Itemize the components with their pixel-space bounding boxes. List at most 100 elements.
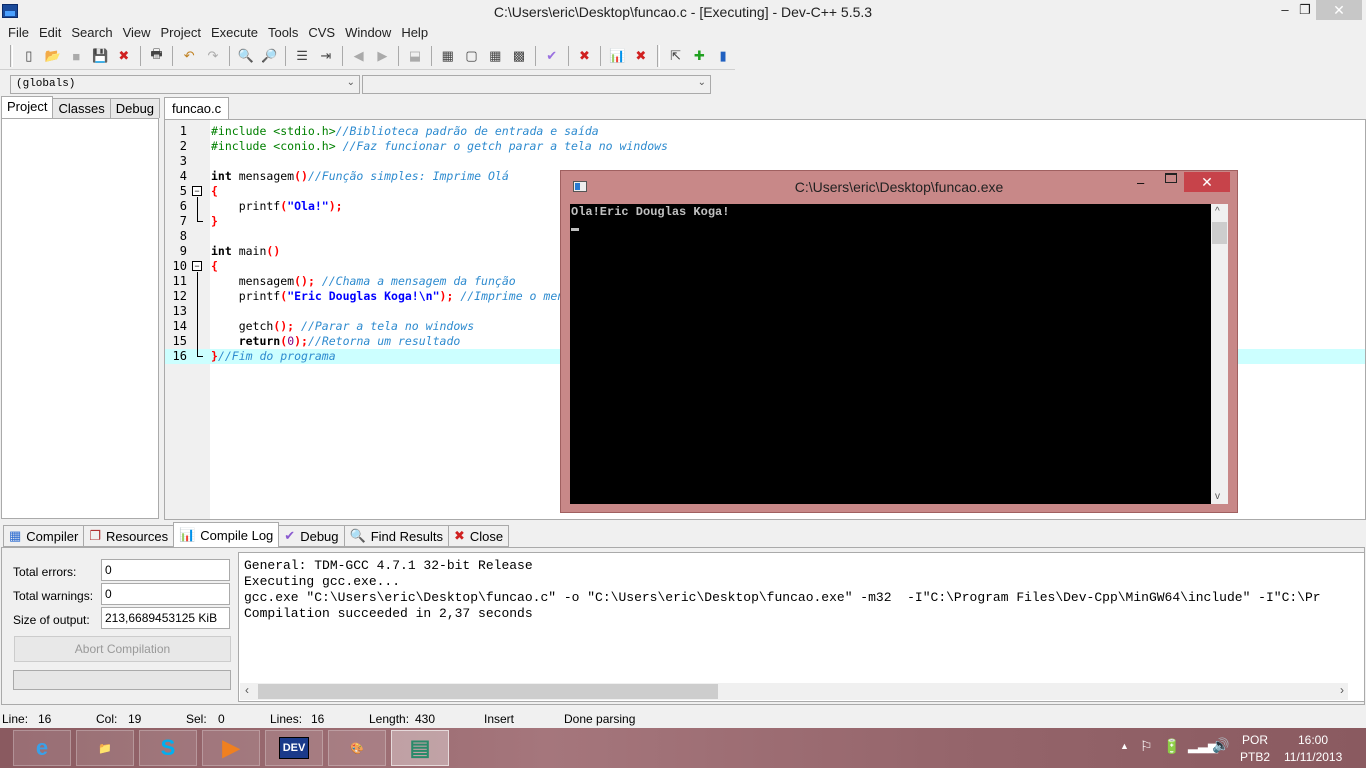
taskbar-skype[interactable]: S	[139, 730, 197, 766]
menu-file[interactable]: File	[3, 24, 34, 43]
log-vertical-scrollbar[interactable]	[1348, 554, 1363, 684]
compile-progress-bar	[13, 670, 231, 690]
line-number: 7	[179, 214, 187, 228]
show-hidden-icons[interactable]: ▲	[1120, 741, 1129, 751]
taskbar-console-window[interactable]: ▤	[391, 730, 449, 766]
clock-date[interactable]: 11/11/2013	[1284, 750, 1342, 764]
add-icon[interactable]: ✚	[689, 46, 709, 66]
stop-icon[interactable]: ✖	[575, 46, 595, 66]
compile-log-icon: 📊	[179, 527, 196, 542]
new-project-icon[interactable]: ▦	[438, 46, 458, 66]
scroll-right-icon[interactable]: ›	[1340, 683, 1344, 697]
book-icon[interactable]: ▮	[713, 46, 733, 66]
scroll-up-icon[interactable]: ^	[1215, 206, 1220, 217]
save-icon[interactable]: ■	[66, 46, 86, 66]
open-file-icon[interactable]: 📂	[43, 46, 63, 66]
fold-collapse-icon[interactable]: −	[192, 261, 202, 271]
keyboard-layout[interactable]: PTB2	[1240, 750, 1270, 764]
close-window-button[interactable]: ✕	[1316, 0, 1362, 20]
main-toolbar: ▯ 📂 ■ 💾 ✖ 🖶 ↶ ↷ 🔍 🔎 ☰ ⇥ ◀ ▶ ⬓ ▦ ▢ ▦ ▩ ✔ ✖ 📊 ✖ ⇱ ✚ ▮	[0, 43, 735, 70]
indent-icon[interactable]: ☰	[292, 46, 312, 66]
console-minimize-button[interactable]: ‒	[1137, 175, 1144, 190]
taskbar-media-player[interactable]: ▶	[202, 730, 260, 766]
chevron-down-icon: ⌄	[697, 77, 706, 88]
action-center-flag-icon[interactable]: ⚐	[1140, 738, 1153, 755]
menu-tools[interactable]: Tools	[263, 24, 303, 43]
console-maximize-button[interactable]	[1165, 173, 1177, 183]
tab-debug[interactable]: ✔ Debug	[278, 525, 345, 547]
close-file-icon[interactable]: ✖	[114, 46, 134, 66]
menu-execute[interactable]: Execute	[206, 24, 263, 43]
editor-tab-funcao[interactable]: funcao.c	[164, 97, 230, 119]
code-line[interactable]: 2 #include <conio.h> //Faz funcionar o ge…	[165, 139, 1365, 154]
line-number: 2	[179, 139, 187, 153]
code-text: }	[211, 214, 218, 229]
goto-icon[interactable]: ⬓	[405, 46, 425, 66]
tab-find-results[interactable]: 🔍 Find Results	[343, 525, 449, 547]
menu-search[interactable]: Search	[66, 24, 117, 43]
log-line: Compilation succeeded in 2,37 seconds	[244, 606, 533, 621]
taskbar-paint[interactable]: 🎨	[328, 730, 386, 766]
bookmark-prev-icon[interactable]: ◀	[349, 46, 369, 66]
menu-window[interactable]: Window	[340, 24, 396, 43]
compile-log-output[interactable]: General: TDM-GCC 4.7.1 32-bit Release Ex…	[238, 552, 1365, 702]
menu-edit[interactable]: Edit	[34, 24, 66, 43]
code-token: ()	[294, 169, 308, 183]
taskbar-file-explorer[interactable]: 📁	[76, 730, 134, 766]
close-icon: ✖	[453, 528, 465, 543]
replace-icon[interactable]: 🔎	[260, 46, 280, 66]
toolbar-separator	[534, 46, 536, 66]
delete-profile-icon[interactable]: ✖	[631, 46, 651, 66]
console-scroll-thumb[interactable]	[1212, 222, 1227, 244]
tab-compile-log[interactable]: 📊 Compile Log	[173, 522, 280, 547]
line-number: 6	[179, 199, 187, 213]
find-icon[interactable]: 🔍	[236, 46, 256, 66]
log-scroll-thumb[interactable]	[258, 684, 718, 699]
console-cursor	[571, 228, 579, 231]
tab-close[interactable]: ✖ Close	[447, 525, 510, 547]
scope-select[interactable]: (globals) ⌄	[10, 75, 360, 94]
tab-compiler[interactable]: ▦ Compiler	[3, 525, 85, 547]
tab-resources[interactable]: ❐ Resources	[83, 525, 175, 547]
scroll-left-icon[interactable]: ‹	[245, 683, 249, 697]
tab-classes[interactable]: Classes	[52, 98, 111, 118]
bookmark-next-icon[interactable]: ▶	[372, 46, 392, 66]
console-window[interactable]: C:\Users\eric\Desktop\funcao.exe ‒ ✕ Ola…	[560, 170, 1238, 513]
tab-debug[interactable]: Debug	[109, 98, 161, 118]
new-file-icon[interactable]: ▯	[19, 46, 39, 66]
save-all-icon[interactable]: 💾	[90, 46, 110, 66]
menu-view[interactable]: View	[118, 24, 156, 43]
tab-project[interactable]: Project	[1, 96, 54, 118]
taskbar-devcpp[interactable]: DEV	[265, 730, 323, 766]
check-syntax-icon[interactable]: ✔	[542, 46, 562, 66]
undo-icon[interactable]: ↶	[179, 46, 199, 66]
code-token: );	[294, 334, 308, 348]
scroll-down-icon[interactable]: v	[1215, 491, 1220, 502]
log-horizontal-scrollbar[interactable]: ‹ ›	[240, 683, 1348, 700]
find-results-icon: 🔍	[349, 528, 366, 543]
unindent-icon[interactable]: ⇥	[316, 46, 336, 66]
redo-icon[interactable]: ↷	[203, 46, 223, 66]
profile-icon[interactable]: 📊	[607, 46, 627, 66]
clock-time[interactable]: 16:00	[1298, 733, 1328, 747]
code-line[interactable]: 3	[165, 154, 1365, 169]
console-output[interactable]: Ola!Eric Douglas Koga!	[570, 204, 1211, 504]
menu-help[interactable]: Help	[396, 24, 433, 43]
code-line[interactable]: 1 #include <stdio.h>//Biblioteca padrão d…	[165, 124, 1365, 139]
function-select[interactable]: ⌄	[362, 75, 711, 94]
window-icon[interactable]: ▢	[462, 46, 482, 66]
colors-icon[interactable]: ▦	[485, 46, 505, 66]
print-icon[interactable]: 🖶	[147, 46, 167, 66]
taskbar-internet-explorer[interactable]: e	[13, 730, 71, 766]
console-scrollbar[interactable]: ^ v	[1211, 204, 1228, 504]
volume-icon[interactable]: 🔊	[1212, 737, 1229, 754]
power-icon[interactable]: 🔋	[1163, 738, 1180, 755]
debug-step-icon[interactable]: ⇱	[666, 46, 686, 66]
grid-icon[interactable]: ▩	[509, 46, 529, 66]
fold-collapse-icon[interactable]: −	[192, 186, 202, 196]
language-indicator[interactable]: POR	[1242, 733, 1268, 747]
console-close-button[interactable]: ✕	[1184, 172, 1230, 192]
menu-project[interactable]: Project	[156, 24, 206, 43]
abort-compilation-button[interactable]: Abort Compilation	[14, 636, 231, 662]
menu-cvs[interactable]: CVS	[303, 24, 340, 43]
